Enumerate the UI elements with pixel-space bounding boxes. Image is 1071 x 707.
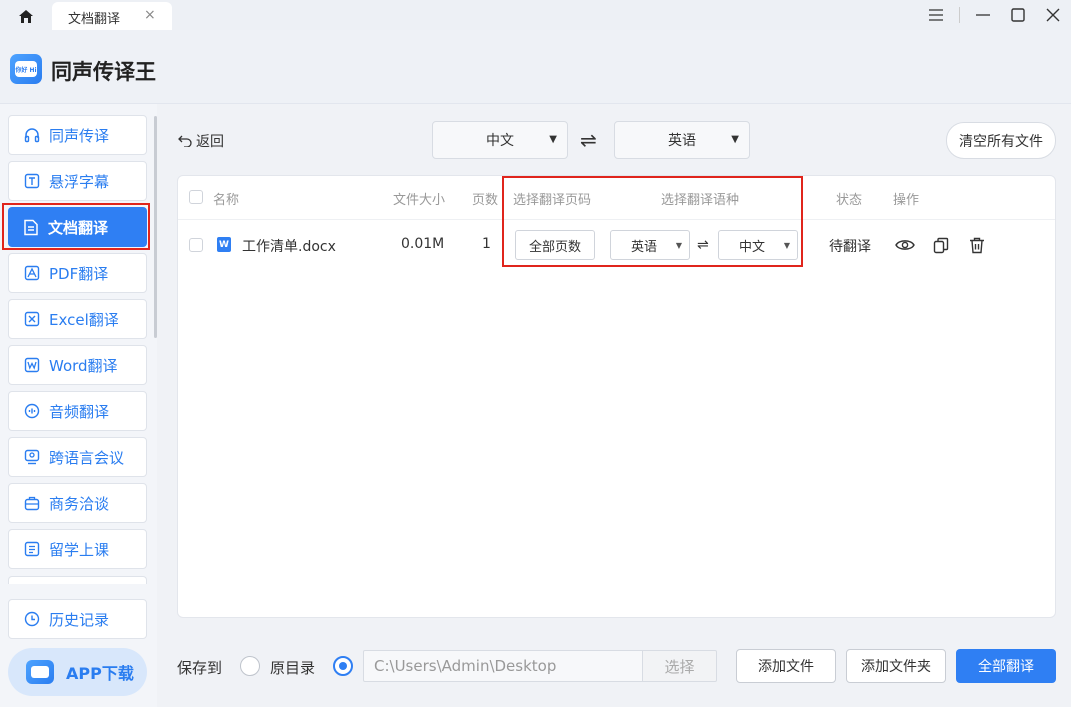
tab-close-icon[interactable]: × xyxy=(144,7,156,23)
briefcase-icon xyxy=(23,494,41,512)
sidebar-item-label: 悬浮字幕 xyxy=(49,172,110,191)
sidebar-item-audio[interactable]: 音频翻译 xyxy=(8,391,147,431)
sidebar-item-label: 跨语言会议 xyxy=(49,448,125,467)
pdf-icon xyxy=(23,264,41,282)
copy-icon[interactable] xyxy=(930,234,952,256)
sidebar-item-simultaneous[interactable]: 同声传译 xyxy=(8,115,147,155)
file-name: 工作清单.docx xyxy=(242,239,336,255)
menu-icon[interactable] xyxy=(924,3,948,27)
sidebar-item-label: 商务洽谈 xyxy=(49,494,110,513)
word-file-icon: W xyxy=(217,237,231,252)
target-language-select[interactable]: 英语 ▼ xyxy=(614,121,750,159)
eye-icon[interactable] xyxy=(894,234,916,256)
text-box-icon xyxy=(23,172,41,190)
sidebar-item-floating-subtitle[interactable]: 悬浮字幕 xyxy=(8,161,147,201)
swap-languages-icon[interactable]: ⇌ xyxy=(580,128,597,152)
app-download-button[interactable]: APP下载 xyxy=(8,648,147,696)
sidebar-item-meeting[interactable]: 跨语言会议 xyxy=(8,437,147,477)
back-label: 返回 xyxy=(196,134,224,150)
header-name: 名称 xyxy=(213,193,240,208)
file-pages: 1 xyxy=(482,236,491,252)
minimize-icon[interactable] xyxy=(971,3,995,27)
caret-down-icon: ▼ xyxy=(731,134,739,145)
target-language-value: 英语 xyxy=(668,133,696,149)
title-divider xyxy=(959,7,960,23)
source-language-select[interactable]: 中文 ▼ xyxy=(432,121,568,159)
home-button[interactable] xyxy=(6,2,46,30)
back-arrow-icon xyxy=(178,135,192,147)
title-bar: 文档翻译 × xyxy=(0,0,1071,30)
maximize-icon[interactable] xyxy=(1006,3,1030,27)
save-to-label: 保存到 xyxy=(177,659,223,677)
close-icon[interactable] xyxy=(1041,3,1065,27)
headphones-icon xyxy=(23,126,41,144)
app-header: 你好 Hi 同声传译王 xyxy=(0,30,1071,104)
word-icon xyxy=(23,356,41,374)
caret-down-icon: ▼ xyxy=(549,134,557,145)
tab-label: 文档翻译 xyxy=(68,12,121,27)
custom-path-radio[interactable] xyxy=(333,656,353,676)
sidebar-item-label: PDF翻译 xyxy=(49,264,109,283)
original-directory-label: 原目录 xyxy=(270,659,316,677)
sidebar-item-study[interactable]: 留学上课 xyxy=(8,529,147,569)
sidebar-item-label: Excel翻译 xyxy=(49,310,119,329)
home-icon xyxy=(19,9,33,23)
select-all-checkbox[interactable] xyxy=(189,190,203,204)
sidebar-item-label: Word翻译 xyxy=(49,356,118,375)
app-download-label: APP下载 xyxy=(66,664,134,683)
excel-icon xyxy=(23,310,41,328)
translate-all-button[interactable]: 全部翻译 xyxy=(956,649,1056,683)
add-file-button[interactable]: 添加文件 xyxy=(736,649,836,683)
output-path-input[interactable]: C:\Users\Admin\Desktop xyxy=(363,650,643,682)
highlight-frame xyxy=(502,176,803,267)
clock-icon xyxy=(23,610,41,628)
tab-document-translation[interactable]: 文档翻译 × xyxy=(52,2,172,30)
file-status: 待翻译 xyxy=(829,239,871,255)
highlight-frame xyxy=(2,203,150,250)
row-checkbox[interactable] xyxy=(189,238,203,252)
add-folder-button[interactable]: 添加文件夹 xyxy=(846,649,946,683)
sidebar-item-label: 留学上课 xyxy=(49,540,110,559)
sidebar-item-pdf[interactable]: PDF翻译 xyxy=(8,253,147,293)
book-icon xyxy=(23,540,41,558)
clear-all-files-button[interactable]: 清空所有文件 xyxy=(946,122,1056,159)
sidebar-item-label: 音频翻译 xyxy=(49,402,110,421)
meeting-icon xyxy=(23,448,41,466)
logo-text: 你好 Hi xyxy=(15,61,37,77)
audio-icon xyxy=(23,402,41,420)
sidebar-item-business[interactable]: 商务洽谈 xyxy=(8,483,147,523)
app-logo: 你好 Hi xyxy=(10,54,42,84)
sidebar-item-history[interactable]: 历史记录 xyxy=(8,599,147,639)
header-size: 文件大小 xyxy=(393,193,446,208)
header-actions: 操作 xyxy=(893,193,920,208)
original-directory-radio[interactable] xyxy=(240,656,260,676)
back-button[interactable]: 返回 xyxy=(178,131,224,151)
header-status: 状态 xyxy=(836,193,863,208)
sidebar-item-excel[interactable]: Excel翻译 xyxy=(8,299,147,339)
sidebar-item-word[interactable]: Word翻译 xyxy=(8,345,147,385)
sidebar-item-label: 同声传译 xyxy=(49,126,110,145)
app-logo-icon xyxy=(26,660,54,684)
sidebar-item-label: 历史记录 xyxy=(49,610,110,629)
source-language-value: 中文 xyxy=(486,133,514,149)
sidebar-item-partial xyxy=(8,576,147,584)
choose-folder-button[interactable]: 选择 xyxy=(642,650,717,682)
trash-icon[interactable] xyxy=(966,234,988,256)
file-size: 0.01M xyxy=(401,236,445,252)
app-title: 同声传译王 xyxy=(51,60,156,84)
header-pages: 页数 xyxy=(472,193,499,208)
